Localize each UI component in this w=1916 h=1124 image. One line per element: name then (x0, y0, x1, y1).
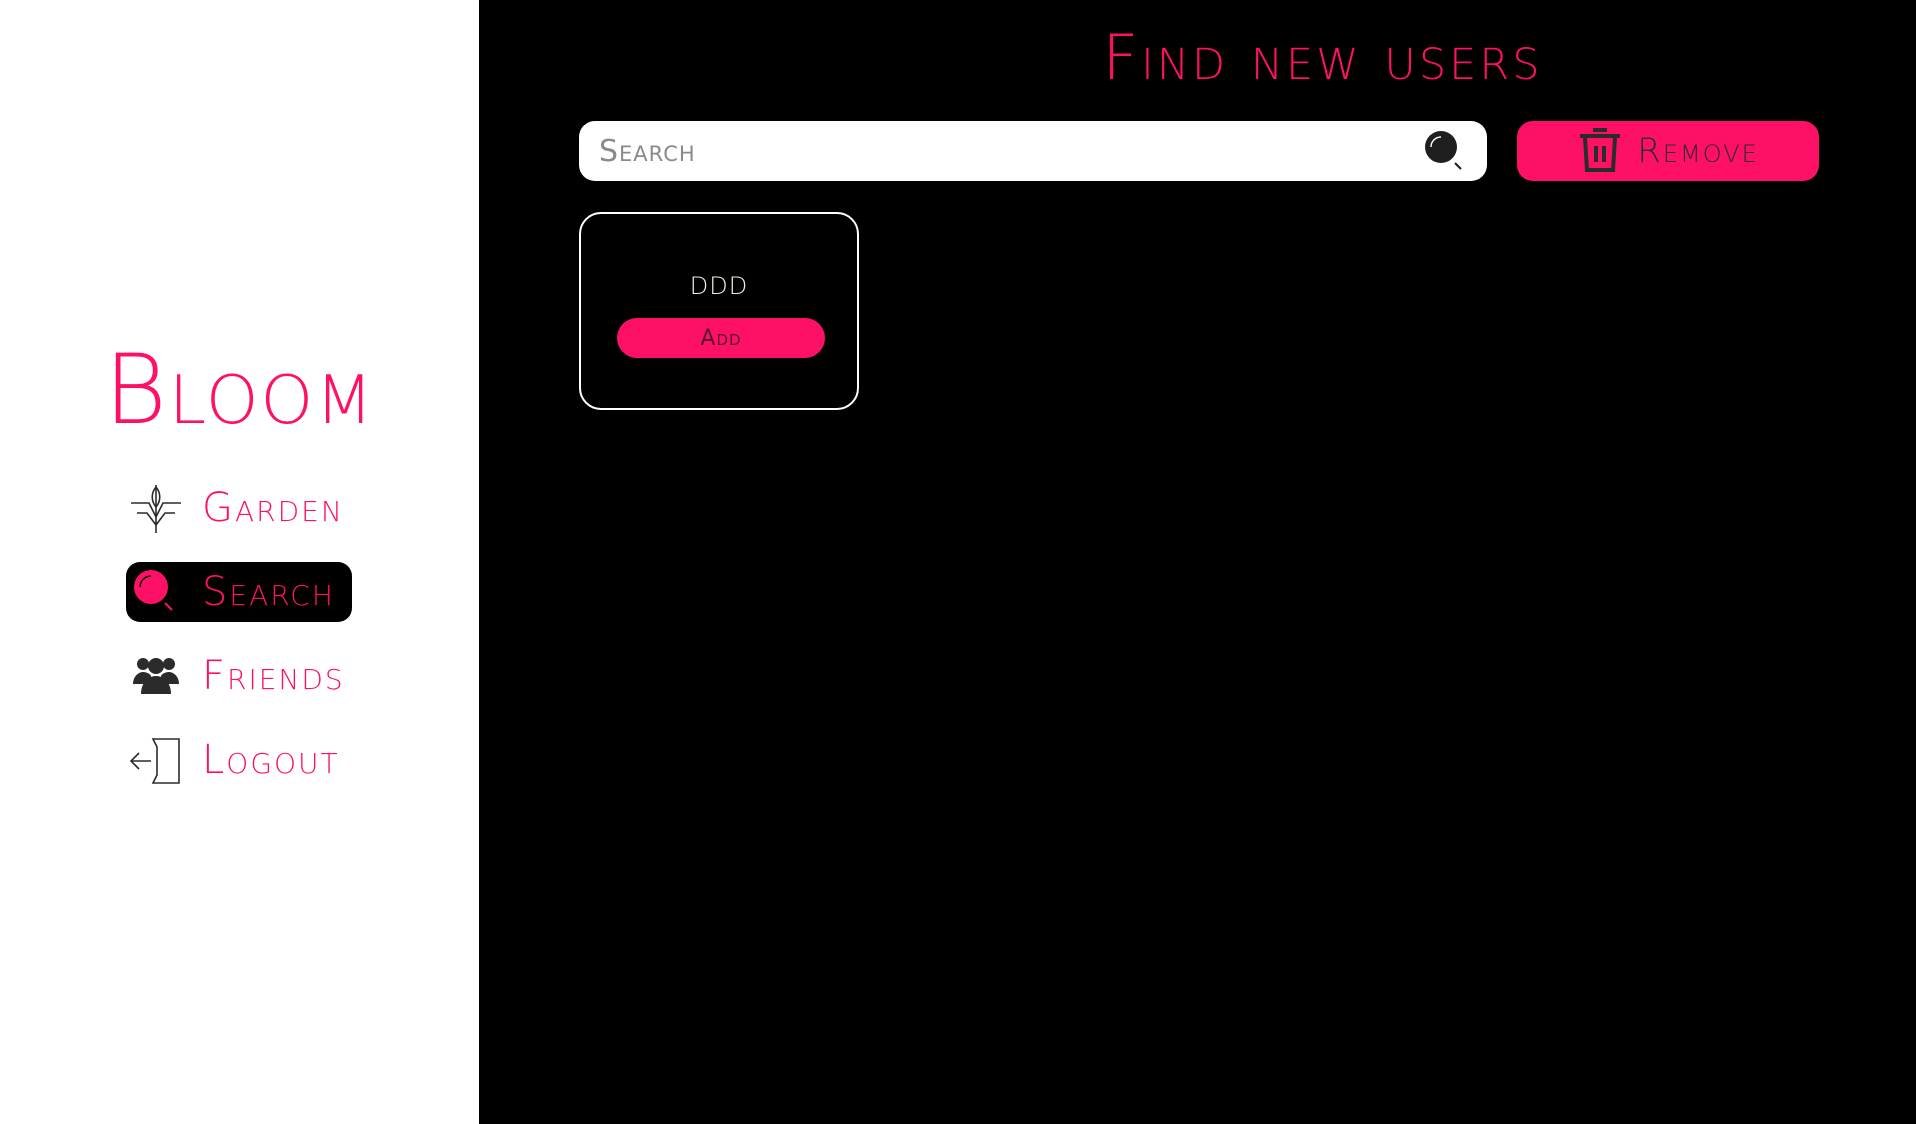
remove-button[interactable]: Remove (1517, 121, 1819, 181)
remove-button-label: Remove (1637, 131, 1759, 171)
main-panel: Find new users Remove DDD Add (479, 0, 1916, 1124)
logout-icon (126, 730, 186, 790)
add-user-button[interactable]: Add (617, 318, 825, 358)
users-icon (126, 646, 186, 706)
search-icon[interactable] (1423, 129, 1467, 173)
plant-icon (126, 478, 186, 538)
sidebar-item-logout[interactable]: Logout (126, 730, 352, 790)
page-title: Find new users (1102, 21, 1543, 94)
user-card: DDD Add (579, 212, 859, 410)
sidebar-item-label: Friends (202, 653, 345, 699)
search-icon (126, 562, 186, 622)
search-bar (579, 121, 1487, 181)
sidebar-item-label: Logout (202, 737, 340, 783)
sidebar-item-label: Search (202, 569, 335, 615)
trash-icon (1577, 124, 1623, 178)
sidebar-item-label: Garden (202, 485, 344, 531)
sidebar-item-friends[interactable]: Friends (126, 646, 352, 706)
brand-logo: Bloom (103, 334, 376, 446)
sidebar-item-garden[interactable]: Garden (126, 478, 352, 538)
sidebar-item-search[interactable]: Search (126, 562, 352, 622)
user-name: DDD (689, 272, 749, 300)
search-input[interactable] (599, 121, 1423, 181)
sidebar: Bloom Garden Search Friends Logout (0, 0, 479, 1124)
